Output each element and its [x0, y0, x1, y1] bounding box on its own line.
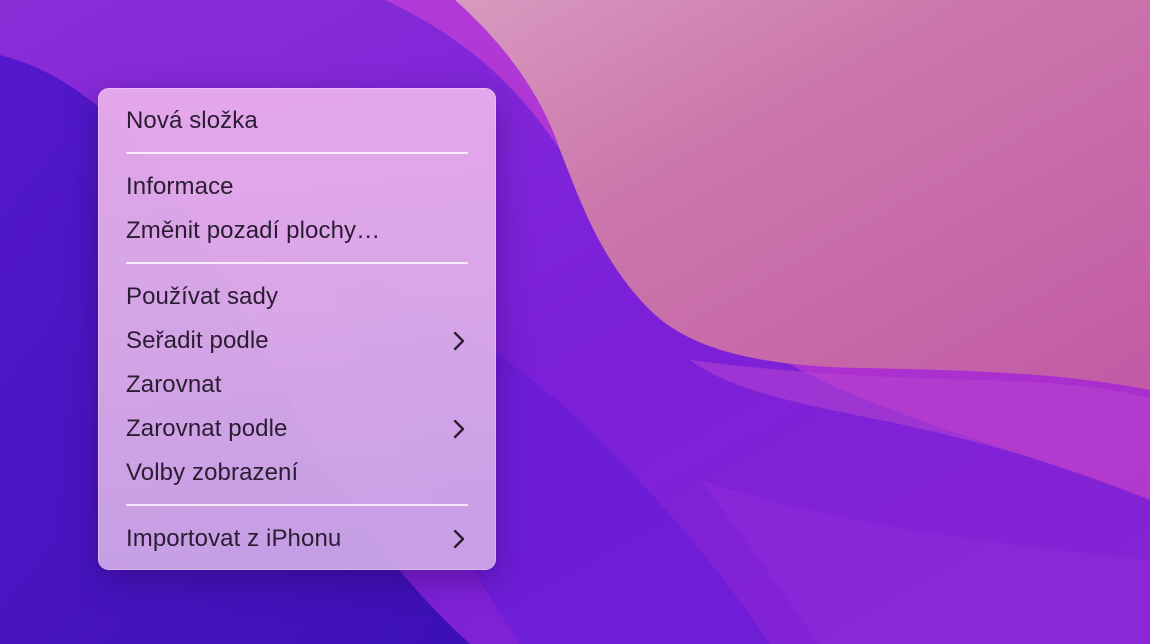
menu-item-label: Informace — [126, 173, 234, 200]
menu-item-label: Zarovnat podle — [126, 415, 288, 442]
menu-item-sort-by[interactable]: Seřadit podle — [98, 321, 496, 361]
menu-item-clean-up-by[interactable]: Zarovnat podle — [98, 409, 496, 449]
menu-item-show-view-options[interactable]: Volby zobrazení — [98, 453, 496, 493]
chevron-right-icon — [453, 419, 465, 439]
desktop-context-menu: Nová složka Informace Změnit pozadí ploc… — [98, 88, 496, 570]
menu-item-label: Nová složka — [126, 107, 258, 134]
menu-item-label: Importovat z iPhonu — [126, 525, 342, 552]
menu-separator — [126, 262, 468, 264]
menu-item-label: Používat sady — [126, 283, 279, 310]
menu-item-label: Volby zobrazení — [126, 459, 299, 486]
menu-item-label: Změnit pozadí plochy… — [126, 217, 381, 244]
menu-item-new-folder[interactable]: Nová složka — [98, 101, 496, 141]
menu-separator — [126, 152, 468, 154]
menu-item-label: Seřadit podle — [126, 327, 269, 354]
chevron-right-icon — [453, 529, 465, 549]
menu-item-label: Zarovnat — [126, 371, 222, 398]
menu-item-import-from-iphone[interactable]: Importovat z iPhonu — [98, 519, 496, 559]
menu-item-get-info[interactable]: Informace — [98, 167, 496, 207]
menu-item-use-stacks[interactable]: Používat sady — [98, 277, 496, 317]
menu-item-change-wallpaper[interactable]: Změnit pozadí plochy… — [98, 211, 496, 251]
menu-separator — [126, 504, 468, 506]
menu-item-clean-up[interactable]: Zarovnat — [98, 365, 496, 405]
chevron-right-icon — [453, 331, 465, 351]
